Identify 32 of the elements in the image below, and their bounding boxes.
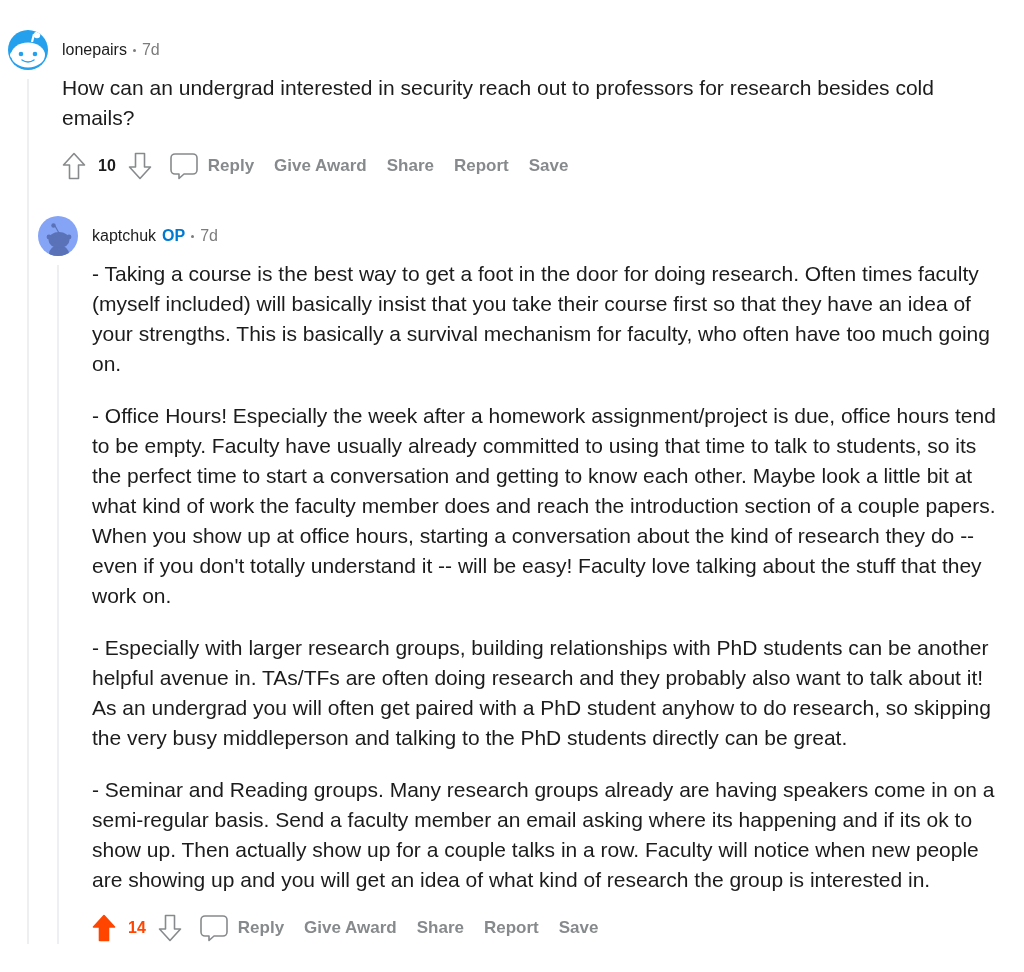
save-button[interactable]: Save	[556, 911, 601, 944]
username[interactable]: lonepairs	[62, 38, 127, 62]
timestamp[interactable]: 7d	[141, 38, 160, 62]
avatar-icon[interactable]	[38, 216, 78, 256]
share-button[interactable]: Share	[414, 911, 466, 944]
separator-dot-icon	[191, 234, 195, 238]
username[interactable]: kaptchuk	[92, 224, 157, 248]
upvote-arrow-icon[interactable]	[92, 914, 116, 942]
comment-paragraph: - Taking a course is the best way to get a foot in the door for doing research. Often times faculty (myself included) will basically insist that you take their course first so that they have an idea of your strengths. This is basically a survival mechanism for faculty, who often have too much going on.	[92, 261, 991, 377]
vote-score: 14	[128, 918, 146, 938]
vote-score: 10	[98, 156, 116, 176]
timestamp[interactable]: 7d	[200, 224, 218, 248]
share-button[interactable]: Share	[384, 149, 436, 183]
reply-button[interactable]: Reply	[197, 910, 287, 944]
report-button[interactable]: Report	[451, 149, 511, 183]
comment-bubble-icon	[199, 914, 228, 942]
downvote-arrow-icon[interactable]	[157, 914, 182, 942]
comment-paragraph: - Office Hours! Especially the week after a homework assignment/project is due, office hours tend to be empty. Faculty have usually already committed to using that time to talk to students, so its the perfect time to start a conversation and getting to know each other. Maybe look a little bit at what kind of work the faculty member does and reach the introduction section of a couple papers. When you show up at office hours, starting a conversation about the kind of research they do -- even if you don't totally understand it -- will be easy! Faculty love talking about the stuff that they work on.	[92, 403, 997, 609]
save-button[interactable]: Save	[526, 149, 571, 183]
separator-dot-icon	[132, 48, 136, 52]
comment-paragraph: How can an undergrad interested in security reach out to professors for research besides cold emails?	[62, 75, 935, 131]
report-button[interactable]: Report	[481, 911, 541, 944]
op-tag: OP	[162, 224, 186, 248]
give-award-button[interactable]: Give Award	[272, 149, 369, 183]
downvote-arrow-icon[interactable]	[127, 152, 152, 180]
comment-paragraph: - Especially with larger research groups, building relationships with PhD students can be another helpful avenue in. TAs/TFs are often doing research and they probably also want to talk about it! As an undergrad you will often get paired with a PhD student anyhow to do research, so skipping the very busy middleperson and talking to the PhD students directly can be great.	[92, 635, 992, 751]
comment-bubble-icon	[169, 152, 198, 180]
avatar-icon[interactable]	[8, 30, 48, 70]
reply-button[interactable]: Reply	[167, 148, 257, 184]
comment-paragraph: - Seminar and Reading groups. Many research groups already are having speakers come in on a semi-regular basis. Send a faculty member an email asking where its happening and if its ok to show up. Then actually show up for a couple talks in a row. Faculty will notice when new people are showing up and you will get an idea of what kind of research the group is interested in.	[92, 777, 996, 893]
upvote-arrow-icon[interactable]	[62, 152, 86, 180]
give-award-button[interactable]: Give Award	[302, 911, 399, 944]
